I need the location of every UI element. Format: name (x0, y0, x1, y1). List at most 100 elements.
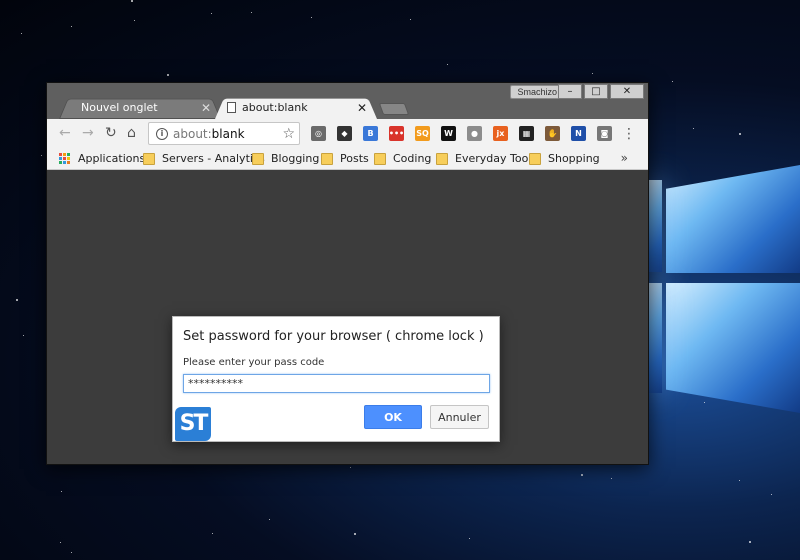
star (739, 133, 741, 135)
w-extension-icon[interactable]: W (441, 126, 456, 141)
star (212, 533, 213, 534)
bookmark-folder-blogging[interactable]: Blogging (252, 152, 319, 165)
star (410, 19, 411, 20)
cancel-button[interactable]: Annuler (430, 405, 489, 429)
bookmark-folder-shopping[interactable]: Shopping (529, 152, 600, 165)
new-tab-button[interactable] (378, 103, 410, 115)
star (611, 478, 612, 479)
ok-button[interactable]: OK (364, 405, 422, 429)
tab-close-icon[interactable]: ✕ (357, 101, 367, 115)
star (469, 538, 470, 539)
bookmark-label: Shopping (548, 152, 600, 165)
windows-logo-panel-left-top (648, 180, 662, 272)
star (21, 33, 22, 34)
star (60, 542, 61, 543)
bookmark-applications[interactable]: Applications (59, 152, 145, 165)
passcode-label: Please enter your pass code (183, 357, 325, 368)
toolbar: ← → ↻ ⌂ i about: blank ☆ ◎ ◆ B ••• SQ W ● jx ▦ ✋ N ◙… (47, 119, 648, 148)
tab-about-blank[interactable]: about:blank ✕ (215, 96, 377, 119)
reload-icon[interactable]: ↻ (105, 126, 117, 140)
bookmark-label: Servers - Analytics (162, 152, 265, 165)
star (211, 13, 212, 14)
star (693, 128, 694, 129)
tab-label: about:blank (242, 101, 308, 114)
star (71, 552, 72, 553)
bookmark-folder-servers-analytics[interactable]: Servers - Analytics (143, 152, 265, 165)
st-logo-icon: ST (175, 407, 211, 441)
star (581, 474, 583, 476)
title-bar: Smachizo – □ ✕ Nouvel onglet ✕ about:bla… (47, 83, 648, 119)
back-arrow-icon[interactable]: ← (59, 126, 71, 140)
folder-icon (252, 152, 264, 165)
folder-icon (529, 152, 541, 165)
more-bookmarks-chevron-icon[interactable]: » (621, 151, 628, 165)
windows-logo-panel-bottom (666, 283, 800, 413)
star (354, 533, 356, 535)
star (23, 335, 24, 336)
folder-icon (143, 152, 155, 165)
windows-logo-panel-left-bottom (648, 283, 662, 393)
url-scheme: about: (173, 126, 212, 141)
star (350, 467, 351, 468)
star (16, 299, 18, 301)
password-dialog: Set password for your browser ( chrome l… (172, 316, 500, 442)
window-controls: – □ ✕ (556, 84, 644, 99)
bookmark-folder-coding[interactable]: Coding (374, 152, 431, 165)
star (311, 17, 312, 18)
forward-arrow-icon[interactable]: → (82, 126, 94, 140)
apps-grid-icon (59, 152, 71, 165)
folder-icon (374, 152, 386, 165)
folder-icon (436, 152, 448, 165)
bookmark-label: Applications (78, 152, 146, 165)
maximize-button[interactable]: □ (584, 84, 608, 99)
home-icon[interactable]: ⌂ (127, 126, 136, 140)
seo-quake-icon[interactable]: SQ (415, 126, 430, 141)
dialog-title: Set password for your browser ( chrome l… (183, 329, 484, 344)
reader-extension-icon[interactable]: ◎ (311, 126, 326, 141)
qr-extension-icon[interactable]: ▦ (519, 126, 534, 141)
bookmark-label: Posts (340, 152, 369, 165)
folder-icon (321, 152, 333, 165)
star (61, 491, 62, 492)
browser-window: Smachizo – □ ✕ Nouvel onglet ✕ about:bla… (46, 82, 649, 465)
bookmark-folder-everyday-tools[interactable]: Everyday Tools (436, 152, 537, 165)
red-extension-icon[interactable]: ••• (389, 126, 404, 141)
address-bar[interactable]: i about: blank ☆ (148, 122, 300, 145)
star (41, 155, 42, 156)
chrome-menu-icon[interactable]: ⋮ (622, 126, 636, 142)
tab-close-icon[interactable]: ✕ (201, 101, 211, 115)
bookmark-label: Coding (393, 152, 432, 165)
bookmark-label: Everyday Tools (455, 152, 538, 165)
tab-label: Nouvel onglet (81, 101, 158, 114)
star (131, 0, 133, 2)
hand-extension-icon[interactable]: ✋ (545, 126, 560, 141)
star (771, 494, 772, 495)
globe-extension-icon[interactable]: ● (467, 126, 482, 141)
star (704, 402, 705, 403)
close-window-button[interactable]: ✕ (610, 84, 644, 99)
bookmark-folder-posts[interactable]: Posts (321, 152, 369, 165)
n-extension-icon[interactable]: N (571, 126, 586, 141)
bookmark-label: Blogging (271, 152, 320, 165)
camera-extension-icon[interactable]: ◙ (597, 126, 612, 141)
star (71, 26, 72, 27)
b-extension-icon[interactable]: B (363, 126, 378, 141)
star (134, 20, 135, 21)
bookmark-star-icon[interactable]: ☆ (282, 126, 295, 142)
minimize-button[interactable]: – (558, 84, 582, 99)
page-icon (227, 102, 236, 113)
star (167, 74, 169, 76)
page-content: Set password for your browser ( chrome l… (47, 171, 648, 464)
passcode-input[interactable] (183, 374, 490, 393)
url-path: blank (211, 126, 245, 141)
tab-nouvel-onglet[interactable]: Nouvel onglet ✕ (59, 96, 221, 119)
star (749, 541, 751, 543)
star (672, 81, 673, 82)
star (251, 12, 252, 13)
jx-extension-icon[interactable]: jx (493, 126, 508, 141)
info-icon[interactable]: i (156, 127, 168, 140)
star (269, 519, 270, 520)
ghost-extension-icon[interactable]: ◆ (337, 126, 352, 141)
star (739, 480, 740, 481)
star (592, 73, 593, 74)
